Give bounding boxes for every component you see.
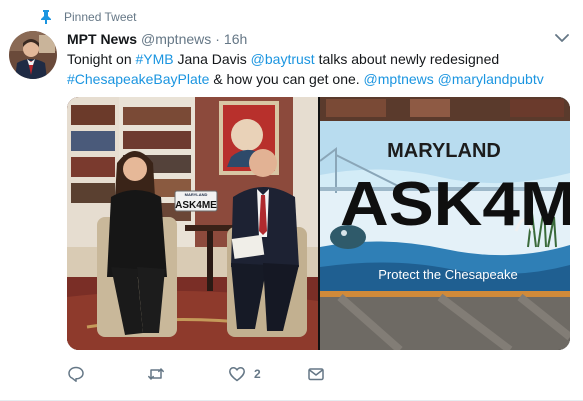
left-plate-number: ASK4ME (175, 200, 217, 211)
tweet-card[interactable]: Pinned Tweet MPT News @mptnews · 16h Ton… (0, 0, 583, 401)
tweet-text-segment: Tonight on (67, 51, 136, 67)
separator-dot: · (215, 31, 220, 47)
right-plate-number: ASK4M (340, 170, 570, 239)
heart-icon (229, 367, 245, 382)
chevron-down-icon[interactable] (555, 33, 569, 43)
pin-icon (41, 10, 51, 24)
envelope-icon (308, 368, 324, 381)
photo-studio[interactable]: MARYLAND ASK4ME (67, 97, 318, 350)
tweet-text-segment: talks about newly redesigned (314, 51, 500, 67)
avatar[interactable] (9, 31, 57, 79)
like-count: 2 (254, 367, 261, 381)
reply-icon (68, 366, 84, 382)
like-button[interactable]: 2 (228, 364, 261, 384)
author-handle[interactable]: @mptnews (141, 31, 211, 47)
direct-message-button[interactable] (307, 364, 325, 384)
hashtag-link-ymb[interactable]: #YMB (136, 51, 174, 67)
retweet-icon (148, 368, 164, 380)
mention-link-marylandpubtv[interactable]: @marylandpubtv (438, 71, 544, 87)
right-plate-tagline: Protect the Chesapeake (378, 267, 517, 282)
reply-button[interactable] (67, 364, 85, 384)
tweet-timestamp[interactable]: 16h (224, 31, 247, 47)
tweet-text: Tonight on #YMB Jana Davis @baytrust tal… (67, 49, 567, 89)
mention-link-mptnews[interactable]: @mptnews (364, 71, 434, 87)
tweet-text-segment: & how you can get one. (209, 71, 364, 87)
photo-license-plate[interactable]: MARYLAND ASK4M Protect the Chesapeake (320, 97, 570, 350)
pinned-label: Pinned Tweet (64, 10, 137, 24)
tweet-header: MPT News @mptnews · 16h (67, 30, 543, 48)
tweet-text-segment: Jana Davis (173, 51, 251, 67)
left-plate-state: MARYLAND (185, 192, 208, 197)
right-plate-state: MARYLAND (387, 140, 501, 162)
pinned-indicator: Pinned Tweet (40, 9, 137, 25)
retweet-button[interactable] (147, 364, 165, 384)
tweet-media[interactable]: MARYLAND ASK4ME MARYLAND ASK4M Protect t… (67, 97, 570, 350)
author-name[interactable]: MPT News (67, 31, 137, 47)
mention-link-baytrust[interactable]: @baytrust (251, 51, 315, 67)
hashtag-link-chesapeakebayplate[interactable]: #ChesapeakeBayPlate (67, 71, 209, 87)
tweet-actions: 2 (67, 364, 367, 384)
